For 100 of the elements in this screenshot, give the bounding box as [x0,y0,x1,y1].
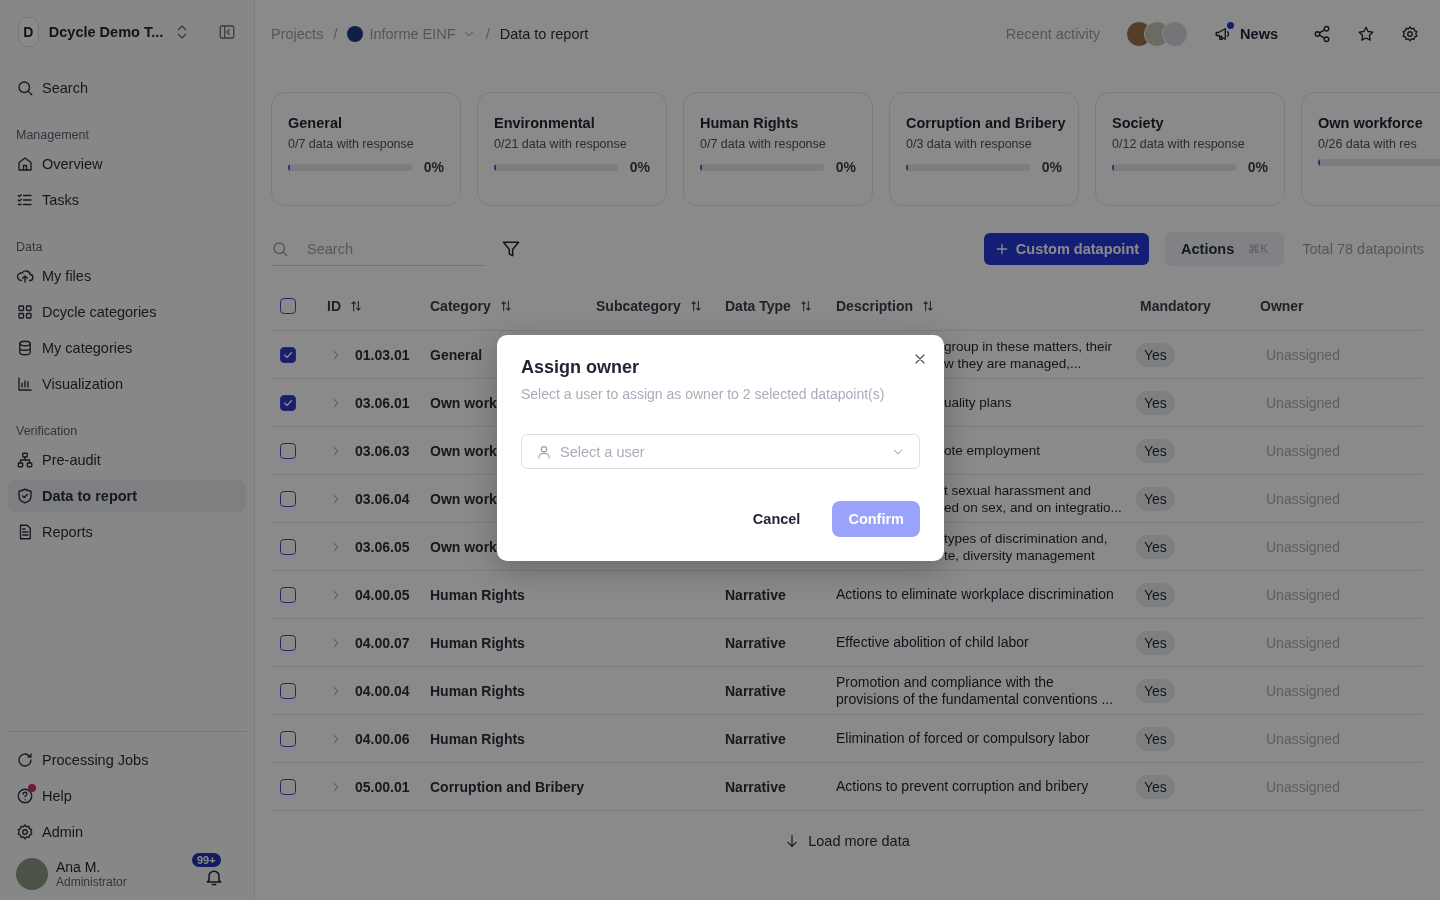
settings-icon [16,823,34,841]
table-cell-text: Effective abolition of child labor [836,633,1030,652]
card-subtitle: 0/26 data with res [1318,137,1418,151]
nav-item[interactable]: Help [8,780,246,812]
hierarchy-icon [16,451,34,469]
grid-icon [16,303,34,321]
help-icon [16,787,34,805]
search-icon [16,79,34,97]
table-cell-text: Actions to prevent corruption and bribery [836,777,1090,796]
settings-icon [1401,25,1419,43]
nav-item[interactable]: My categories [8,332,246,364]
table-cell: 03.06.03 [355,442,410,459]
card-subtitle: 0/3 data with response [906,137,1033,151]
table-cell-text: ote employment [944,442,1041,460]
section-label: Verification [15,423,79,440]
search-icon [271,239,289,258]
row-checkbox[interactable] [280,490,296,507]
user-avatar [1162,21,1189,47]
table-cell: Corruption and Bribery [430,778,584,795]
mandatory-tag: Yes [1136,678,1175,703]
share-icon [1313,25,1331,43]
card-title: General [288,115,343,131]
nav-item[interactable]: Overview [8,148,246,180]
breadcrumb-current: Data to report [499,26,589,42]
table-cell: Narrative [725,730,786,747]
section-label: Management [15,127,90,144]
table-cell: Own work [430,394,497,411]
cancel-button[interactable]: Cancel [736,501,817,537]
nav-item[interactable]: Data to report [8,480,246,512]
row-checkbox[interactable] [280,442,296,459]
column-header: Owner [1260,298,1304,314]
nav-item[interactable]: Admin [8,816,246,848]
row-checkbox[interactable] [280,346,296,363]
notification-badge: 99+ [192,853,221,867]
workspace-avatar: D [18,17,39,47]
nav-item[interactable]: Visualization [8,368,246,400]
percent-label: 0% [1247,159,1268,175]
breadcrumb-separator: / [333,26,338,42]
nav-item[interactable]: Pre-audit [8,444,246,476]
nav-item[interactable]: Tasks [8,184,246,216]
table-cell: General [430,346,483,363]
table-cell: Human Rights [430,634,525,651]
table-cell: Human Rights [430,730,525,747]
nav-item[interactable]: My files [8,260,246,292]
star-icon [1357,25,1375,43]
custom-datapoint-button[interactable]: Custom datapoint [983,233,1150,265]
table-cell: Own work [430,538,497,555]
section-label: Data [15,239,44,256]
column-header: Category [430,298,491,314]
table-cell: 05.00.01 [355,778,410,795]
table-cell: Narrative [725,778,786,795]
table-cell: 04.00.07 [355,634,410,651]
table-cell: Own work [430,490,497,507]
table-cell: 03.06.01 [355,394,410,411]
nav-item[interactable]: Processing Jobs [8,744,246,776]
card-title: Society [1112,115,1165,131]
nav-item[interactable]: Dcycle categories [8,296,246,328]
row-checkbox[interactable] [280,682,296,699]
table-cell: Narrative [725,586,786,603]
home-icon [16,155,34,173]
workspace-name[interactable]: Dcycle Demo T... [48,24,164,40]
row-checkbox[interactable] [280,586,296,603]
table-cell: 03.06.04 [355,490,410,507]
user-avatar [16,858,48,890]
row-checkbox[interactable] [280,778,296,795]
table-cell-text: types of discrimination and, te, diversity management [944,529,1108,565]
mandatory-tag: Yes [1136,582,1175,607]
table-cell-text: Promotion and compliance with the provisions of the fundamental conventions ... [836,672,1115,709]
project-logo [347,26,364,42]
news-button[interactable]: News [1214,25,1278,43]
row-checkbox[interactable] [280,634,296,651]
card-subtitle: 0/21 data with response [494,137,628,151]
percent-label: 0% [835,159,856,175]
mandatory-tag: Yes [1136,438,1175,463]
breadcrumb-separator: / [485,26,490,42]
user-icon [536,443,552,460]
row-checkbox[interactable] [280,394,296,411]
dialog-subtitle: Select a user to assign as owner to 2 selected datapoint(s) [521,386,886,402]
bar-chart-icon [16,375,34,393]
mandatory-tag: Yes [1136,726,1175,751]
user-name: Ana M. [56,859,102,875]
card-subtitle: 0/12 data with response [1112,137,1246,151]
mandatory-tag: Yes [1136,390,1175,415]
row-checkbox[interactable] [280,730,296,747]
table-cell: 04.00.04 [355,682,410,699]
mandatory-tag: Yes [1136,630,1175,655]
card-subtitle: 0/7 data with response [700,137,827,151]
card-title: Human Rights [700,115,800,131]
search-item[interactable]: Search [8,72,246,104]
column-header: Description [836,298,913,314]
table-cell-text: t sexual harassment and ed on sex, and on integratio... [944,481,1122,517]
nav-item[interactable]: Reports [8,516,246,548]
mandatory-tag: Yes [1136,486,1175,511]
row-checkbox[interactable] [280,538,296,555]
load-more-link[interactable]: Load more data [784,833,910,849]
refresh-icon [16,751,34,769]
select-all-checkbox[interactable] [280,298,296,314]
table-cell: Narrative [725,682,786,699]
table-cell: Human Rights [430,682,525,699]
table-cell: Narrative [725,634,786,651]
